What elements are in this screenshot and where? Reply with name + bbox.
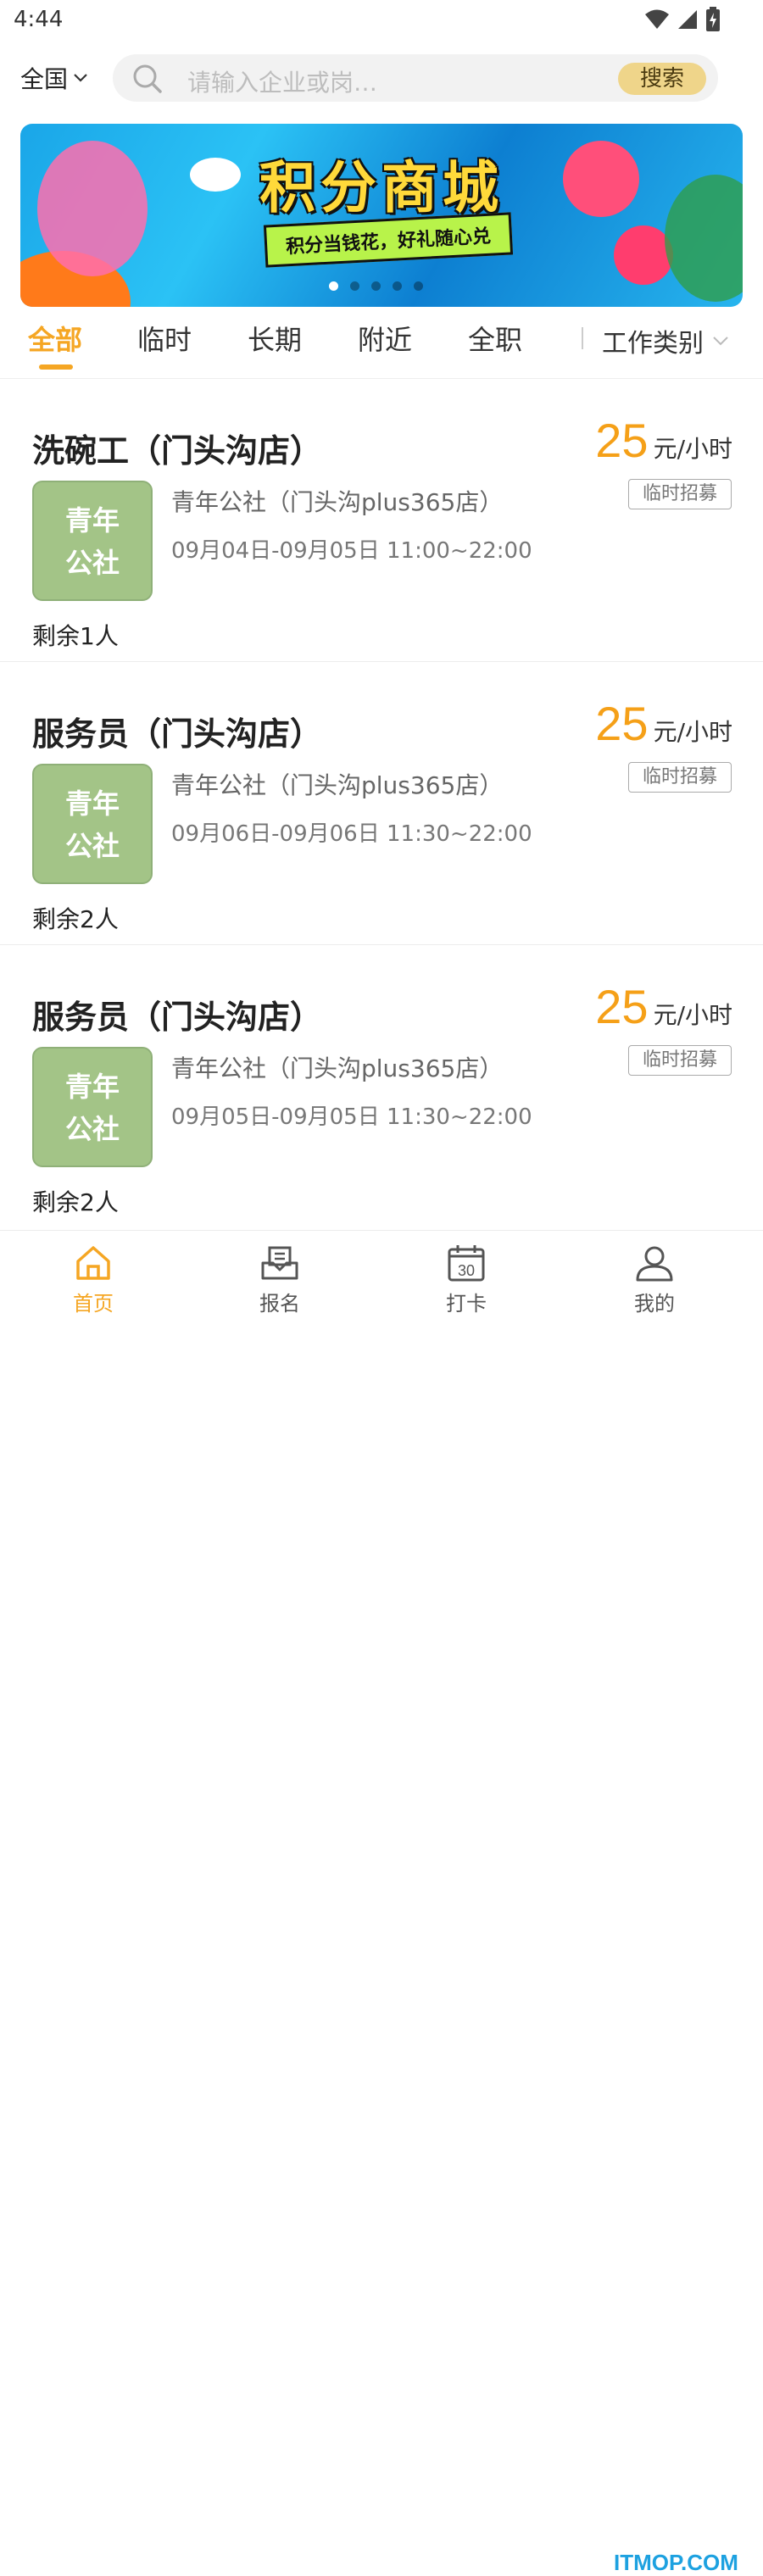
- tab-temporary[interactable]: 临时: [137, 319, 192, 358]
- nav-label: 我的: [634, 1292, 675, 1316]
- region-selector[interactable]: 全国: [20, 61, 88, 95]
- company-name: 青年公社（门头沟plus365店）: [171, 771, 504, 799]
- nav-label: 首页: [73, 1292, 114, 1316]
- nav-signup[interactable]: 报名: [229, 1243, 331, 1316]
- logo-text-line: 公社: [64, 1113, 120, 1145]
- job-card[interactable]: 服务员（门头沟店） 25 元/小时 青年 公社 青年公社（门头沟plus365店…: [0, 945, 763, 1227]
- pay-amount: 25: [595, 980, 649, 1033]
- company-name: 青年公社（门头沟plus365店）: [171, 488, 504, 516]
- job-card[interactable]: 服务员（门头沟店） 25 元/小时 青年 公社 青年公社（门头沟plus365店…: [0, 662, 763, 945]
- job-category-label: 工作类别: [602, 329, 704, 359]
- carousel-dot[interactable]: [393, 281, 402, 291]
- search-input[interactable]: 请输入企业或岗… 搜索: [113, 54, 718, 102]
- recruit-type-badge: 临时招募: [628, 1045, 732, 1076]
- remaining-slots: 剩余2人: [32, 1188, 119, 1216]
- tab-divider: [582, 327, 583, 349]
- calendar-day: 30: [458, 1262, 475, 1279]
- job-card[interactable]: 洗碗工（门头沟店） 25 元/小时 青年 公社 青年公社（门头沟plus365店…: [0, 379, 763, 662]
- tab-nearby[interactable]: 附近: [358, 319, 412, 358]
- carousel-indicator: [329, 281, 423, 291]
- job-title: 服务员（门头沟店）: [32, 715, 323, 753]
- job-list: 洗碗工（门头沟店） 25 元/小时 青年 公社 青年公社（门头沟plus365店…: [0, 379, 763, 1227]
- runner-illustration: [37, 141, 148, 276]
- calendar-icon: 30: [448, 1245, 485, 1282]
- nav-label: 报名: [259, 1292, 300, 1316]
- user-icon: [636, 1246, 673, 1282]
- pay-unit: 元/小时: [653, 1001, 732, 1029]
- search-icon: [133, 64, 162, 93]
- wifi-icon: [645, 9, 669, 29]
- tab-full-time[interactable]: 全职: [468, 319, 522, 358]
- flower-decoration: [563, 141, 639, 217]
- nav-profile[interactable]: 我的: [604, 1243, 705, 1316]
- logo-text-line: 公社: [64, 547, 120, 579]
- banner-title: 积分商城: [259, 155, 504, 220]
- pay-amount: 25: [595, 697, 649, 750]
- company-name: 青年公社（门头沟plus365店）: [171, 1054, 504, 1082]
- leaf-decoration: [665, 175, 743, 302]
- job-pay: 25 元/小时: [595, 696, 732, 751]
- cellular-signal-icon: [678, 10, 697, 29]
- status-icons: [644, 7, 721, 32]
- home-icon: [76, 1246, 110, 1280]
- job-pay: 25 元/小时: [595, 979, 732, 1034]
- carousel-dot[interactable]: [329, 281, 338, 291]
- status-time: 4:44: [14, 7, 64, 32]
- carousel-dot[interactable]: [350, 281, 359, 291]
- logo-text-line: 青年: [64, 787, 120, 820]
- logo-text-line: 公社: [64, 830, 120, 862]
- region-label: 全国: [20, 65, 69, 93]
- eyes-decoration: [190, 158, 241, 192]
- chevron-down-icon: [74, 74, 87, 82]
- search-bar-row: 全国 请输入企业或岗… 搜索: [0, 51, 763, 107]
- carousel-dot[interactable]: [371, 281, 381, 291]
- inbox-icon: [261, 1246, 298, 1280]
- watermark: ITMOP.COM: [614, 2550, 738, 2575]
- nav-label: 打卡: [446, 1292, 487, 1316]
- carousel-dot[interactable]: [414, 281, 423, 291]
- recruit-type-badge: 临时招募: [628, 762, 732, 793]
- work-time-range: 09月06日-09月06日 11:30~22:00: [171, 821, 532, 847]
- tab-all[interactable]: 全部: [28, 319, 82, 358]
- promo-banner[interactable]: 积分商城 积分当钱花，好礼随心兑: [20, 124, 743, 307]
- job-title: 服务员（门头沟店）: [32, 999, 323, 1036]
- nav-home[interactable]: 首页: [42, 1243, 144, 1316]
- pay-amount: 25: [595, 414, 649, 467]
- battery-charging-icon: [706, 7, 720, 31]
- nav-checkin[interactable]: 30 打卡: [415, 1243, 517, 1316]
- chevron-down-icon: [713, 337, 728, 346]
- company-logo: 青年 公社: [32, 764, 153, 884]
- search-button[interactable]: 搜索: [618, 63, 706, 95]
- logo-text-line: 青年: [64, 504, 120, 537]
- company-logo: 青年 公社: [32, 481, 153, 601]
- filter-tabs: 全部 临时 长期 附近 全职 工作类别: [0, 314, 763, 379]
- job-category-dropdown[interactable]: 工作类别: [602, 322, 729, 359]
- search-placeholder: 请输入企业或岗…: [187, 69, 378, 97]
- logo-text-line: 青年: [64, 1071, 120, 1103]
- remaining-slots: 剩余2人: [32, 905, 119, 933]
- work-time-range: 09月05日-09月05日 11:30~22:00: [171, 1104, 532, 1130]
- remaining-slots: 剩余1人: [32, 622, 119, 650]
- recruit-type-badge: 临时招募: [628, 479, 732, 509]
- active-tab-indicator: [39, 364, 73, 370]
- job-title: 洗碗工（门头沟店）: [32, 432, 323, 470]
- bottom-navigation: 首页 报名 30 打卡 我的 ITMOP.COM: [0, 1231, 763, 2575]
- work-time-range: 09月04日-09月05日 11:00~22:00: [171, 538, 532, 564]
- job-pay: 25 元/小时: [595, 413, 732, 468]
- status-bar: 4:44: [0, 0, 763, 42]
- company-logo: 青年 公社: [32, 1047, 153, 1167]
- pay-unit: 元/小时: [653, 718, 732, 746]
- tab-long-term[interactable]: 长期: [248, 319, 302, 358]
- pay-unit: 元/小时: [653, 435, 732, 463]
